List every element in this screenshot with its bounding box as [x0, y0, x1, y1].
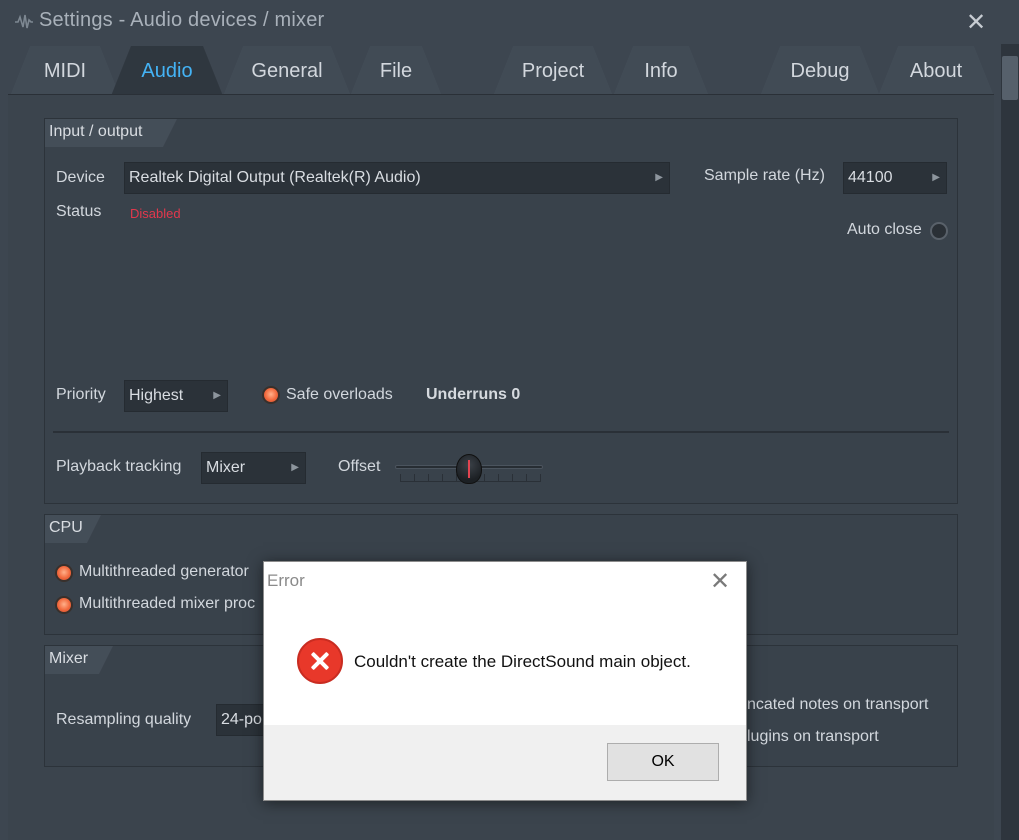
underruns-counter: Underruns 0 — [426, 386, 521, 403]
slider-tick — [526, 474, 527, 482]
sample-rate-value: 44100 — [848, 169, 893, 186]
slider-tick — [512, 474, 513, 482]
device-dropdown[interactable]: Realtek Digital Output (Realtek(R) Audio… — [124, 162, 670, 194]
playback-tracking-label: Playback tracking — [56, 458, 182, 475]
mt-mixer-toggle[interactable] — [55, 596, 73, 614]
tab-debug[interactable]: Debug — [760, 46, 880, 96]
tab-about[interactable]: About — [878, 46, 994, 96]
resampling-quality-value: 24-po — [221, 711, 262, 728]
slider-tick — [442, 474, 443, 482]
status-label: Status — [56, 203, 102, 220]
app-logo-icon — [15, 14, 33, 29]
priority-value: Highest — [129, 387, 184, 404]
auto-close-label: Auto close — [847, 221, 922, 238]
sample-rate-dropdown[interactable]: 44100 ▶ — [843, 162, 947, 194]
window-title: Settings - Audio devices / mixer — [39, 9, 325, 31]
background-window-edge — [1001, 44, 1019, 840]
status-badge: Disabled — [130, 206, 181, 221]
error-dialog: Error ✕ Couldn't create the DirectSound … — [263, 561, 747, 801]
dialog-title: Error — [267, 571, 305, 590]
auto-close-toggle[interactable] — [930, 222, 948, 240]
dropdown-arrow-icon: ▶ — [655, 172, 663, 183]
close-icon[interactable]: ✕ — [710, 567, 730, 596]
sample-rate-label: Sample rate (Hz) — [704, 167, 825, 184]
truncated-notes-label: ncated notes on transport — [747, 696, 929, 713]
scrollbar-thumb[interactable] — [1002, 56, 1018, 100]
tab-info[interactable]: Info — [613, 46, 709, 96]
slider-tick — [484, 474, 485, 482]
device-value: Realtek Digital Output (Realtek(R) Audio… — [129, 169, 421, 186]
offset-label: Offset — [338, 458, 381, 475]
tab-midi[interactable]: MIDI — [10, 46, 120, 96]
mt-generator-toggle[interactable] — [55, 564, 73, 582]
dialog-footer: OK — [264, 725, 746, 800]
section-header-cpu: CPU — [45, 515, 101, 543]
playback-tracking-value: Mixer — [206, 459, 246, 476]
mt-generator-label: Multithreaded generator — [79, 563, 249, 580]
slider-tick — [414, 474, 415, 482]
slider-tick — [428, 474, 429, 482]
divider — [53, 431, 949, 433]
slider-tick — [498, 474, 499, 482]
safe-overloads-toggle[interactable] — [262, 386, 280, 404]
tab-general[interactable]: General — [223, 46, 351, 96]
knob-indicator — [468, 460, 470, 478]
slider-tick — [540, 474, 541, 482]
dropdown-arrow-icon: ▶ — [213, 390, 221, 401]
playback-tracking-dropdown[interactable]: Mixer ▶ — [201, 452, 306, 484]
section-header-mixer: Mixer — [45, 646, 113, 674]
safe-overloads-label: Safe overloads — [286, 386, 393, 403]
offset-slider-knob[interactable] — [456, 454, 482, 484]
settings-tabs: MIDI Audio General File Project Info Deb… — [0, 44, 1001, 96]
device-label: Device — [56, 169, 105, 186]
ok-button[interactable]: OK — [607, 743, 719, 781]
tab-audio[interactable]: Audio — [111, 46, 223, 96]
priority-label: Priority — [56, 386, 106, 403]
title-bar: Settings - Audio devices / mixer ✕ — [0, 0, 1019, 44]
dropdown-arrow-icon: ▶ — [932, 172, 940, 183]
error-icon — [297, 638, 343, 684]
plugins-on-transport-label: lugins on transport — [747, 728, 879, 745]
mt-mixer-label: Multithreaded mixer proc — [79, 595, 256, 612]
dropdown-arrow-icon: ▶ — [291, 462, 299, 473]
input-output-section: Input / output Device Realtek Digital Ou… — [44, 118, 958, 504]
tab-project[interactable]: Project — [493, 46, 613, 96]
slider-tick — [400, 474, 401, 482]
resampling-quality-label: Resampling quality — [56, 711, 192, 728]
tab-file[interactable]: File — [350, 46, 442, 96]
section-header-input-output: Input / output — [45, 119, 177, 147]
priority-dropdown[interactable]: Highest ▶ — [124, 380, 228, 412]
close-icon[interactable]: ✕ — [966, 8, 986, 37]
error-message: Couldn't create the DirectSound main obj… — [354, 652, 691, 671]
